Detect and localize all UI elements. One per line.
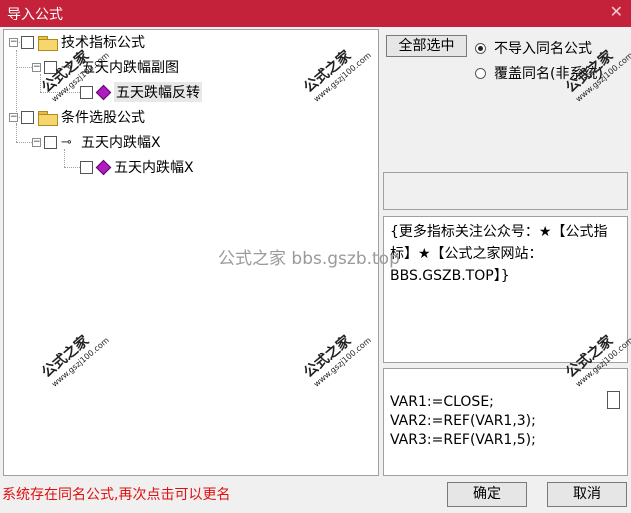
checkbox[interactable] — [80, 85, 93, 99]
tree-node-five-day-drop-x-formula[interactable]: 五天内跌幅X — [80, 156, 194, 178]
code-line: VAR3:=REF(VAR1,5); — [390, 432, 536, 448]
formula-gem-icon — [97, 161, 109, 173]
tree-node-label: 条件选股公式 — [61, 110, 145, 126]
window-title: 导入公式 — [7, 7, 63, 23]
watermark-center: 公式之家 bbs.gszb.top — [218, 249, 400, 269]
code-line: VAR2:=REF(VAR1,3); — [390, 413, 536, 429]
tree-node-five-day-drop-x[interactable]: − ⊸ 五天内跌幅X — [32, 131, 161, 153]
description-text: {更多指标关注公众号：★【公式指标】★【公式之家网站：BBS.GSZB.TOP】… — [390, 224, 608, 284]
radio-icon[interactable] — [475, 67, 486, 79]
checkbox[interactable] — [80, 160, 93, 174]
title-bar: 导入公式 ✕ — [0, 0, 631, 27]
collapse-toggle[interactable]: − — [9, 112, 18, 122]
code-line: VAR1:=CLOSE; — [390, 394, 494, 410]
radio-selected-icon[interactable] — [475, 42, 486, 54]
checkbox[interactable] — [44, 135, 57, 149]
collapse-toggle[interactable]: − — [32, 62, 41, 72]
collapse-toggle[interactable]: − — [9, 37, 18, 47]
ok-button[interactable]: 确定 — [447, 482, 527, 507]
select-all-button[interactable]: 全部选中 — [386, 35, 467, 57]
checkbox[interactable] — [21, 35, 34, 49]
checkbox[interactable] — [21, 110, 34, 124]
formula-gem-icon — [97, 86, 109, 98]
collapse-toggle[interactable]: − — [32, 137, 41, 147]
scrollbar-thumb[interactable] — [607, 391, 620, 409]
no-import-same-radio[interactable]: 不导入同名公式 — [475, 38, 592, 58]
tree-node-stock-selection[interactable]: − 条件选股公式 — [9, 106, 145, 128]
close-icon[interactable]: ✕ — [610, 2, 623, 21]
formula-code-box[interactable]: VAR1:=CLOSE; VAR2:=REF(VAR1,3); VAR3:=RE… — [383, 368, 628, 476]
folder-icon — [38, 110, 58, 126]
radio-label: 不导入同名公式 — [494, 41, 592, 57]
cancel-button[interactable]: 取消 — [547, 482, 627, 507]
folder-icon — [38, 35, 58, 51]
tree-node-label: 五天内跌幅X — [81, 135, 161, 151]
status-message: 系统存在同名公式,再次点击可以更名 — [2, 487, 231, 503]
key-icon: ⊸ — [61, 134, 72, 150]
tree-node-label: 五天跌幅反转 — [114, 82, 202, 102]
info-box — [383, 172, 628, 210]
tree-node-five-day-drop-reversal[interactable]: 五天跌幅反转 — [80, 81, 202, 103]
tree-node-label: 五天内跌幅X — [114, 160, 194, 176]
